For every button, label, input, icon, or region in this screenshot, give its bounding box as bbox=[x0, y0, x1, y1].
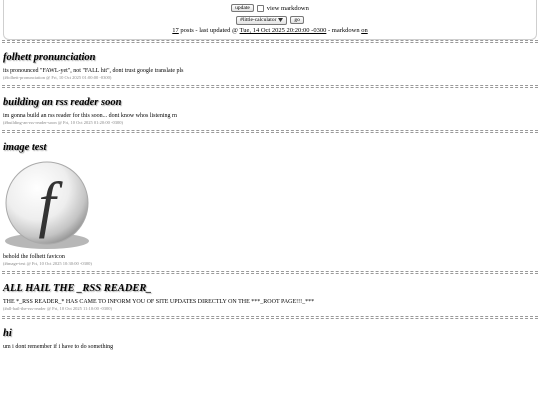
post-body: its pronounced "FAWL-yet", not "FALL hit… bbox=[3, 68, 184, 74]
post-meta: (#all-hail-the-rss-reader @ Fri, 10 Oct … bbox=[3, 306, 112, 311]
channel-select-value: #little-calculator bbox=[240, 17, 277, 23]
post-body: behold the folhett favicon bbox=[3, 254, 65, 260]
post-title: ALL HAIL THE _RSS READER_ bbox=[3, 283, 152, 294]
header-panel: update view markdown #little-calculator … bbox=[3, 0, 537, 40]
post: folhett pronunciation its pronounced "FA… bbox=[0, 43, 540, 85]
post-meta bbox=[3, 351, 537, 356]
view-markdown-label: view markdown bbox=[266, 4, 309, 12]
status-markdown-text: - markdown bbox=[326, 27, 362, 34]
toolbar-row: update view markdown bbox=[4, 3, 536, 13]
markdown-toggle-link[interactable]: on bbox=[361, 27, 368, 34]
status-line: 17 posts - last updated @ Tue, 14 Oct 20… bbox=[4, 27, 536, 34]
last-updated-link[interactable]: Tue, 14 Oct 2025 20:20:00 -0300 bbox=[240, 27, 327, 34]
post-title: image test bbox=[3, 142, 47, 153]
go-button[interactable]: go bbox=[290, 16, 304, 24]
post-meta: (#folhett-pronunciation @ Fri, 10 Oct 20… bbox=[3, 75, 112, 80]
channel-select[interactable]: #little-calculator bbox=[236, 15, 288, 25]
post-title: hi bbox=[3, 328, 12, 339]
post: ALL HAIL THE _RSS READER_ THE *_RSS READ… bbox=[0, 274, 540, 316]
post-title: building an rss reader soon bbox=[3, 97, 122, 108]
chevron-down-icon bbox=[278, 18, 284, 22]
post-title: folhett pronunciation bbox=[3, 52, 96, 63]
post-body: THE *_RSS READER_* HAS CAME TO INFORM YO… bbox=[3, 299, 315, 305]
status-posts-text: posts - last updated @ bbox=[178, 27, 240, 34]
folhett-favicon-icon: f bbox=[5, 161, 89, 249]
view-markdown-checkbox[interactable] bbox=[256, 4, 264, 12]
post-body: im gonna build an rss reader for this so… bbox=[3, 113, 177, 119]
post-meta: (#image-test @ Fri, 10 Oct 2025 10:30:00… bbox=[3, 261, 92, 266]
post: hi um i dont remember if i have to do so… bbox=[0, 319, 540, 356]
post: image test f behold the folhett favicon … bbox=[0, 133, 540, 271]
post: building an rss reader soon im gonna bui… bbox=[0, 88, 540, 130]
post-meta: (#building-an-rss-reader-soon @ Fri, 10 … bbox=[3, 120, 124, 125]
channel-row: #little-calculator go bbox=[4, 15, 536, 25]
update-button[interactable]: update bbox=[231, 4, 254, 12]
post-body: um i dont remember if i have to do somet… bbox=[3, 344, 114, 350]
